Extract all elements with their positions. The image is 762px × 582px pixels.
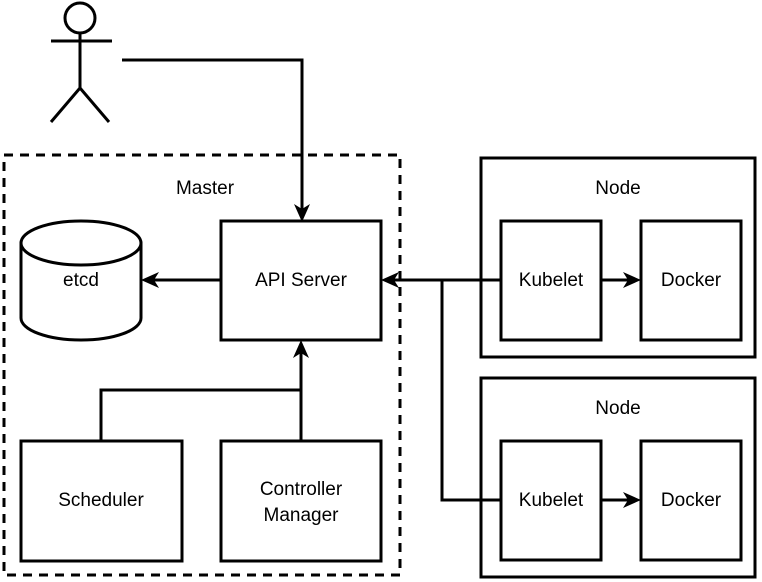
node-2-docker-label: Docker — [661, 490, 722, 511]
controller-manager-label-line1: Controller — [260, 479, 343, 500]
api-server-node[interactable]: API Server — [219, 219, 383, 342]
user-actor[interactable] — [49, 1, 112, 123]
node-1-label: Node — [595, 178, 640, 199]
node-1-docker-label: Docker — [661, 270, 722, 291]
node-2-docker[interactable]: Docker — [639, 439, 743, 562]
node-2-label: Node — [595, 398, 640, 419]
kubernetes-architecture-diagram: Master etcd API Server Scheduler Control… — [2, 1, 757, 579]
node-1-kubelet[interactable]: Kubelet — [499, 219, 603, 342]
etcd-node[interactable]: etcd — [19, 219, 143, 342]
scheduler-label: Scheduler — [58, 490, 144, 511]
actor-right-leg-line — [78, 87, 111, 123]
actor-left-leg-line — [49, 87, 82, 123]
controller-manager-label-line2: Manager — [264, 505, 340, 526]
node-1-docker[interactable]: Docker — [639, 219, 743, 342]
node-1-kubelet-label: Kubelet — [519, 270, 584, 291]
node-2[interactable]: Node Kubelet Docker — [479, 376, 757, 579]
master-label: Master — [176, 178, 235, 199]
api-server-label: API Server — [255, 270, 348, 291]
node-1[interactable]: Node Kubelet Docker — [479, 156, 757, 359]
controller-manager-node[interactable]: Controller Manager — [219, 439, 383, 563]
etcd-label: etcd — [63, 270, 99, 291]
scheduler-node[interactable]: Scheduler — [19, 439, 184, 563]
etcd-cylinder-top — [19, 219, 143, 267]
controller-manager-box — [219, 439, 383, 563]
diagram-canvas: Master etcd API Server Scheduler Control… — [0, 0, 762, 582]
node-2-kubelet-label: Kubelet — [519, 490, 584, 511]
connector-master-components-to-api-server — [99, 340, 309, 441]
connector-api-server-to-etcd — [141, 272, 221, 288]
node-2-kubelet[interactable]: Kubelet — [499, 439, 603, 562]
actor-head-icon — [63, 1, 97, 35]
